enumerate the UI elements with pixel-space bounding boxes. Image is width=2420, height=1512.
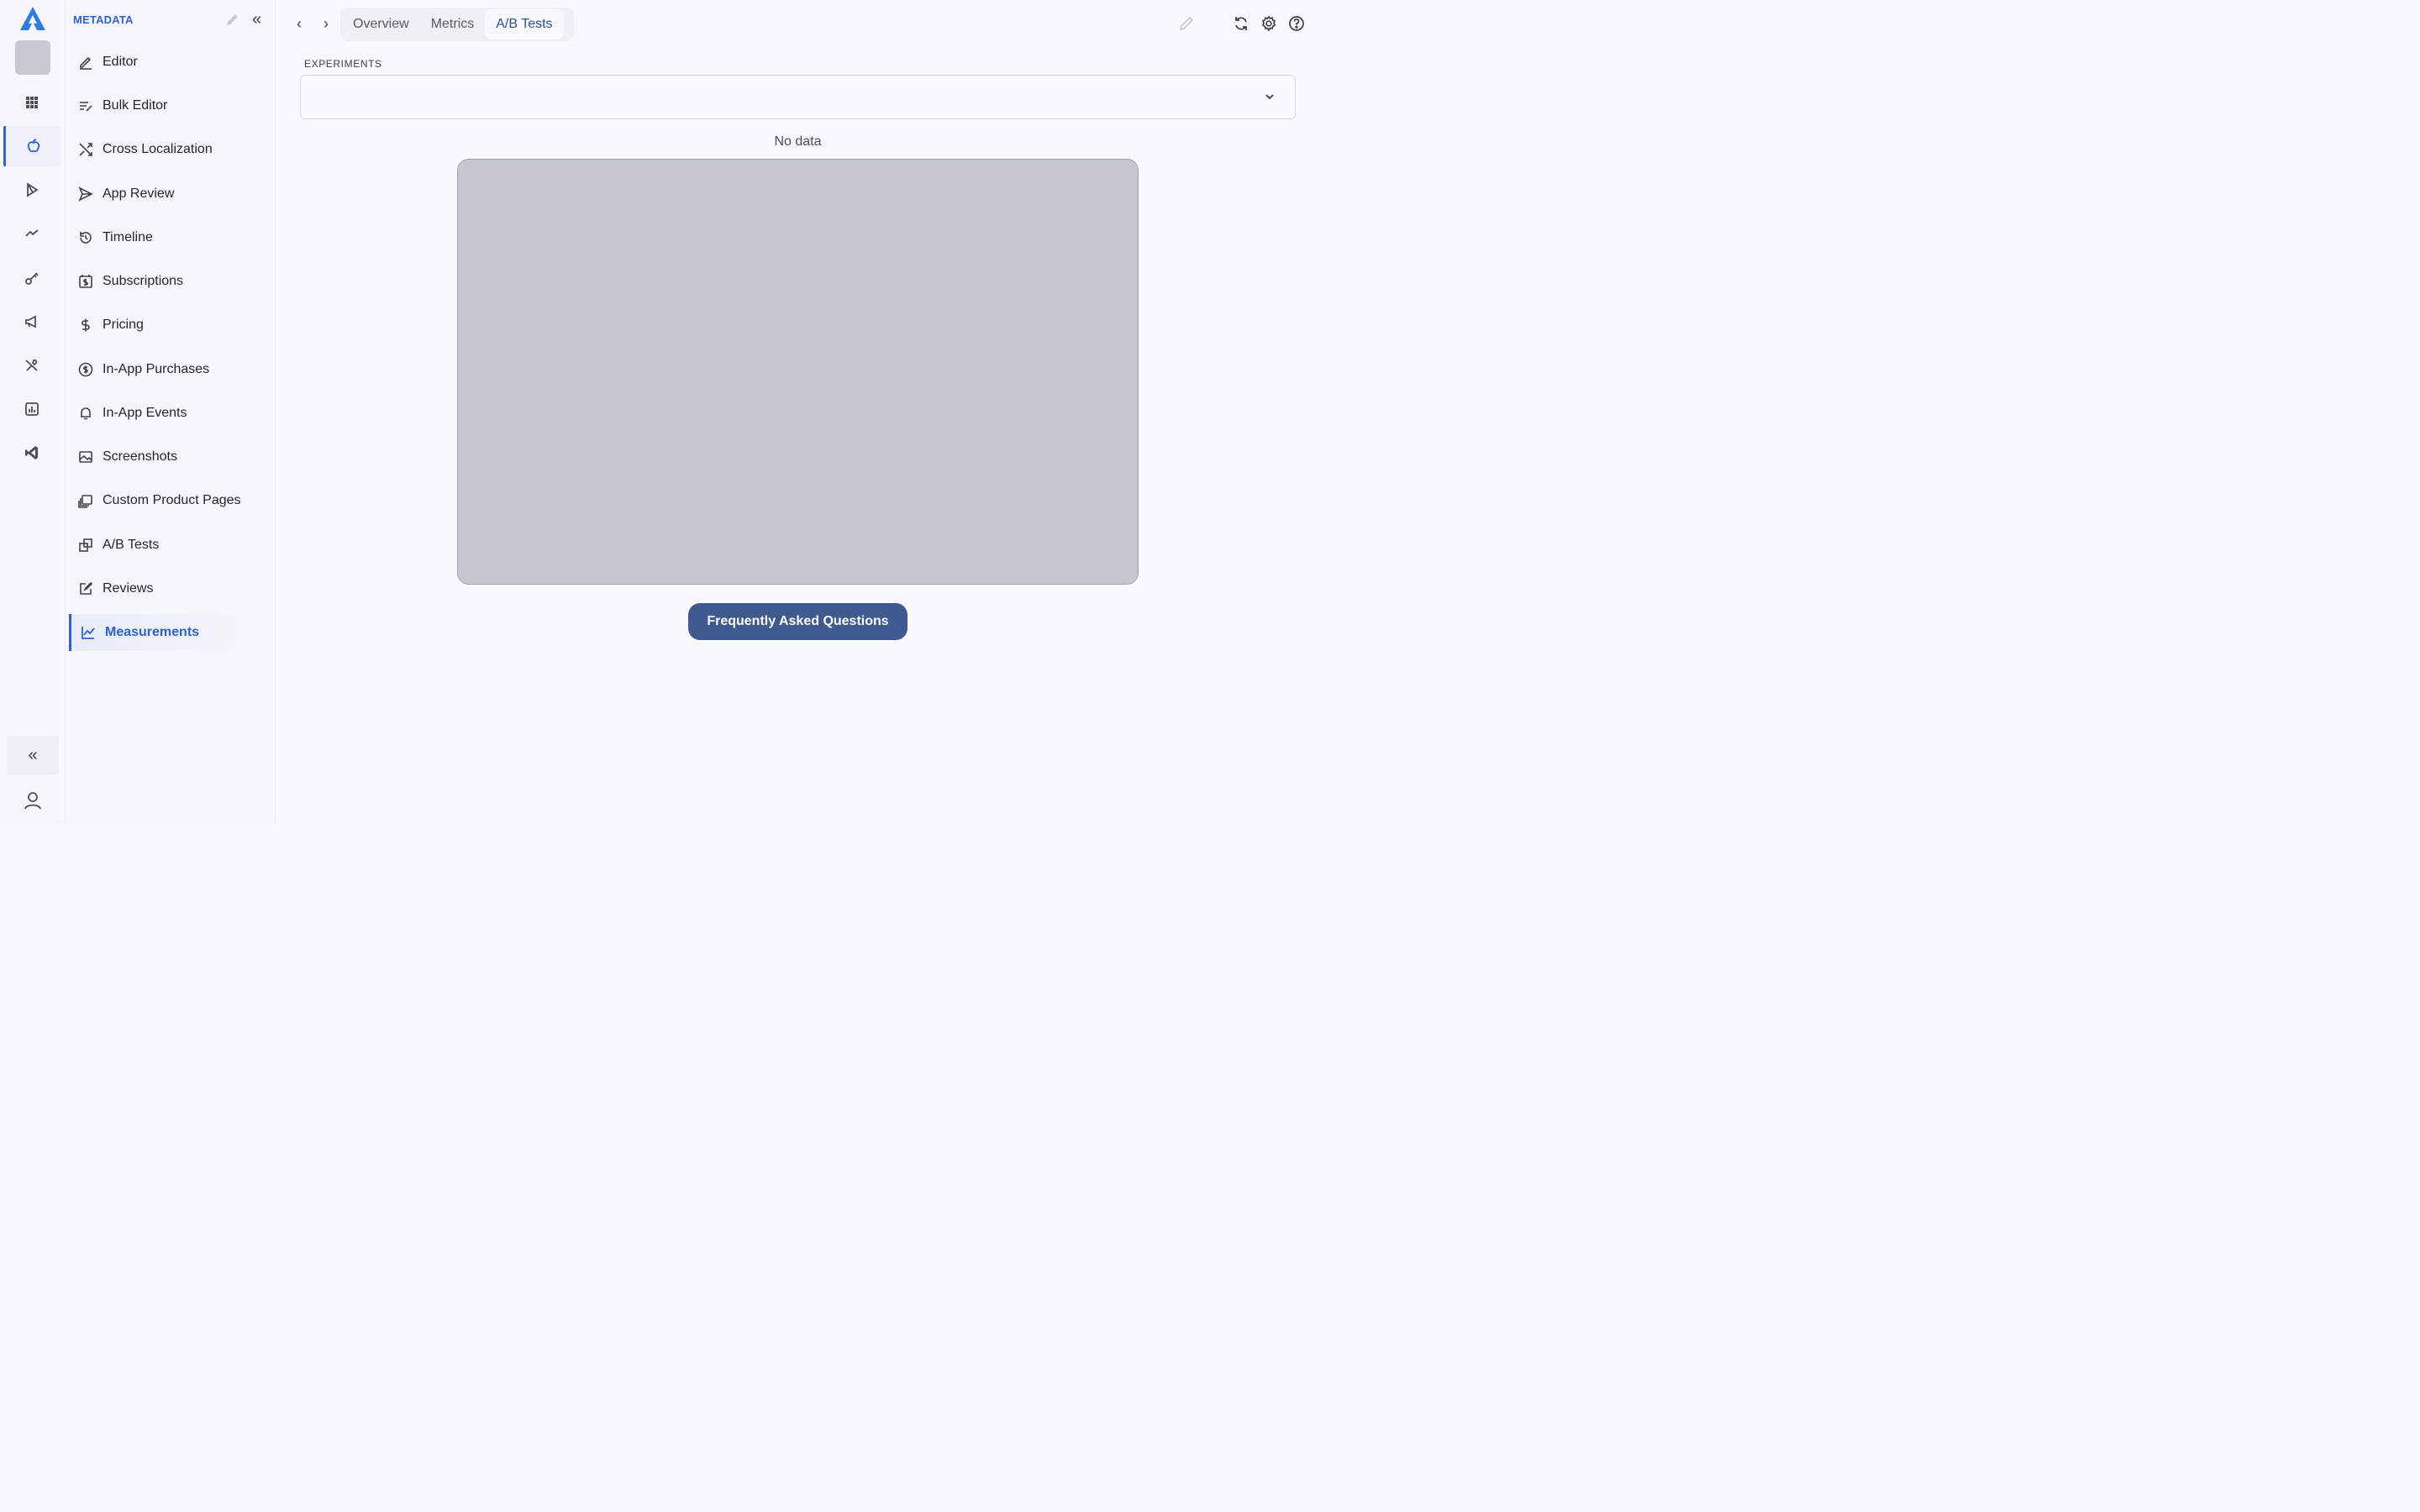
view-tabs: Overview Metrics A/B Tests: [340, 8, 574, 41]
vscode-icon[interactable]: [3, 433, 60, 473]
nav-item-custom-product-pages[interactable]: Custom Product Pages: [69, 482, 262, 519]
settings-gear-icon[interactable]: [1260, 15, 1277, 32]
empty-state-text: No data: [774, 134, 822, 149]
play-store-icon[interactable]: [3, 170, 60, 210]
nav-item-pricing[interactable]: Pricing: [69, 307, 262, 344]
history-icon: [77, 229, 94, 246]
back-arrow-icon[interactable]: ‹: [290, 13, 308, 34]
experiments-select[interactable]: [300, 75, 1296, 119]
pencil-line-icon: [77, 54, 94, 71]
help-icon[interactable]: [1288, 15, 1305, 32]
nav-item-label: App Review: [103, 186, 175, 201]
send-icon: [77, 186, 94, 202]
user-icon[interactable]: [22, 790, 44, 811]
nav-item-label: In-App Events: [103, 406, 187, 420]
nav-item-bulk-editor[interactable]: Bulk Editor: [69, 87, 262, 124]
nav-item-label: Custom Product Pages: [103, 493, 241, 507]
edit-pencil-icon[interactable]: [1178, 15, 1195, 32]
nav-item-reviews[interactable]: Reviews: [69, 570, 262, 607]
nav-item-label: Editor: [103, 55, 138, 69]
grid-icon[interactable]: [3, 82, 60, 123]
nav-item-in-app-purchases[interactable]: In-App Purchases: [69, 351, 262, 388]
key-icon[interactable]: [3, 258, 60, 298]
nav-item-app-review[interactable]: App Review: [69, 176, 262, 213]
faq-button[interactable]: Frequently Asked Questions: [688, 603, 908, 640]
coin-icon: [77, 361, 94, 378]
line-chart-icon: [80, 624, 97, 641]
nav-item-timeline[interactable]: Timeline: [69, 219, 262, 256]
nav-item-subscriptions[interactable]: Subscriptions: [69, 263, 262, 300]
nav-item-label: Pricing: [103, 318, 144, 332]
nav-item-screenshots[interactable]: Screenshots: [69, 438, 262, 475]
experiments-label: EXPERIMENTS: [304, 58, 382, 70]
chevron-down-icon: [1265, 94, 1274, 100]
tab-metrics[interactable]: Metrics: [420, 9, 486, 39]
metadata-nav: METADATA « Editor Bulk Editor Cross Loca…: [66, 0, 276, 823]
tools-icon[interactable]: [3, 345, 60, 386]
app-thumbnail[interactable]: [15, 40, 50, 75]
tab-overview[interactable]: Overview: [342, 9, 420, 39]
calendar-dollar-icon: [77, 273, 94, 290]
nav-item-ab-tests[interactable]: A/B Tests: [69, 527, 262, 564]
collapse-rail-button[interactable]: «: [7, 736, 59, 774]
copy-squares-icon: [77, 537, 94, 554]
edit-pencil-icon[interactable]: [225, 12, 240, 27]
nav-item-cross-localization[interactable]: Cross Localization: [69, 131, 262, 168]
nav-item-label: A/B Tests: [103, 538, 160, 552]
nav-item-label: In-App Purchases: [103, 362, 210, 376]
empty-state-illustration: [457, 159, 1139, 585]
refresh-icon[interactable]: [1233, 15, 1249, 32]
icon-rail: «: [0, 0, 66, 823]
dollar-icon: [77, 317, 94, 333]
bar-report-icon[interactable]: [3, 389, 60, 429]
trend-icon[interactable]: [3, 213, 60, 254]
nav-item-in-app-events[interactable]: In-App Events: [69, 395, 262, 432]
stacked-pages-icon: [77, 492, 94, 509]
tab-ab-tests[interactable]: A/B Tests: [485, 9, 564, 39]
list-edit-icon: [77, 97, 94, 114]
nav-item-label: Measurements: [105, 625, 200, 639]
nav-item-label: Reviews: [103, 581, 154, 596]
review-edit-icon: [77, 580, 94, 597]
image-icon: [77, 449, 94, 465]
forward-arrow-icon[interactable]: ›: [317, 13, 335, 34]
nav-item-editor[interactable]: Editor: [69, 44, 262, 81]
app-logo-icon[interactable]: [18, 5, 47, 32]
apple-icon[interactable]: [3, 126, 60, 166]
shuffle-icon: [77, 141, 94, 158]
nav-item-label: Screenshots: [103, 449, 177, 464]
megaphone-icon[interactable]: [3, 302, 60, 342]
nav-item-label: Cross Localization: [103, 142, 213, 156]
nav-item-measurements[interactable]: Measurements: [69, 614, 262, 651]
nav-item-label: Timeline: [103, 230, 153, 244]
nav-title: METADATA: [73, 13, 134, 26]
collapse-nav-button[interactable]: «: [252, 10, 261, 29]
nav-item-label: Bulk Editor: [103, 98, 168, 113]
bell-icon: [77, 405, 94, 422]
nav-item-label: Subscriptions: [103, 274, 184, 288]
